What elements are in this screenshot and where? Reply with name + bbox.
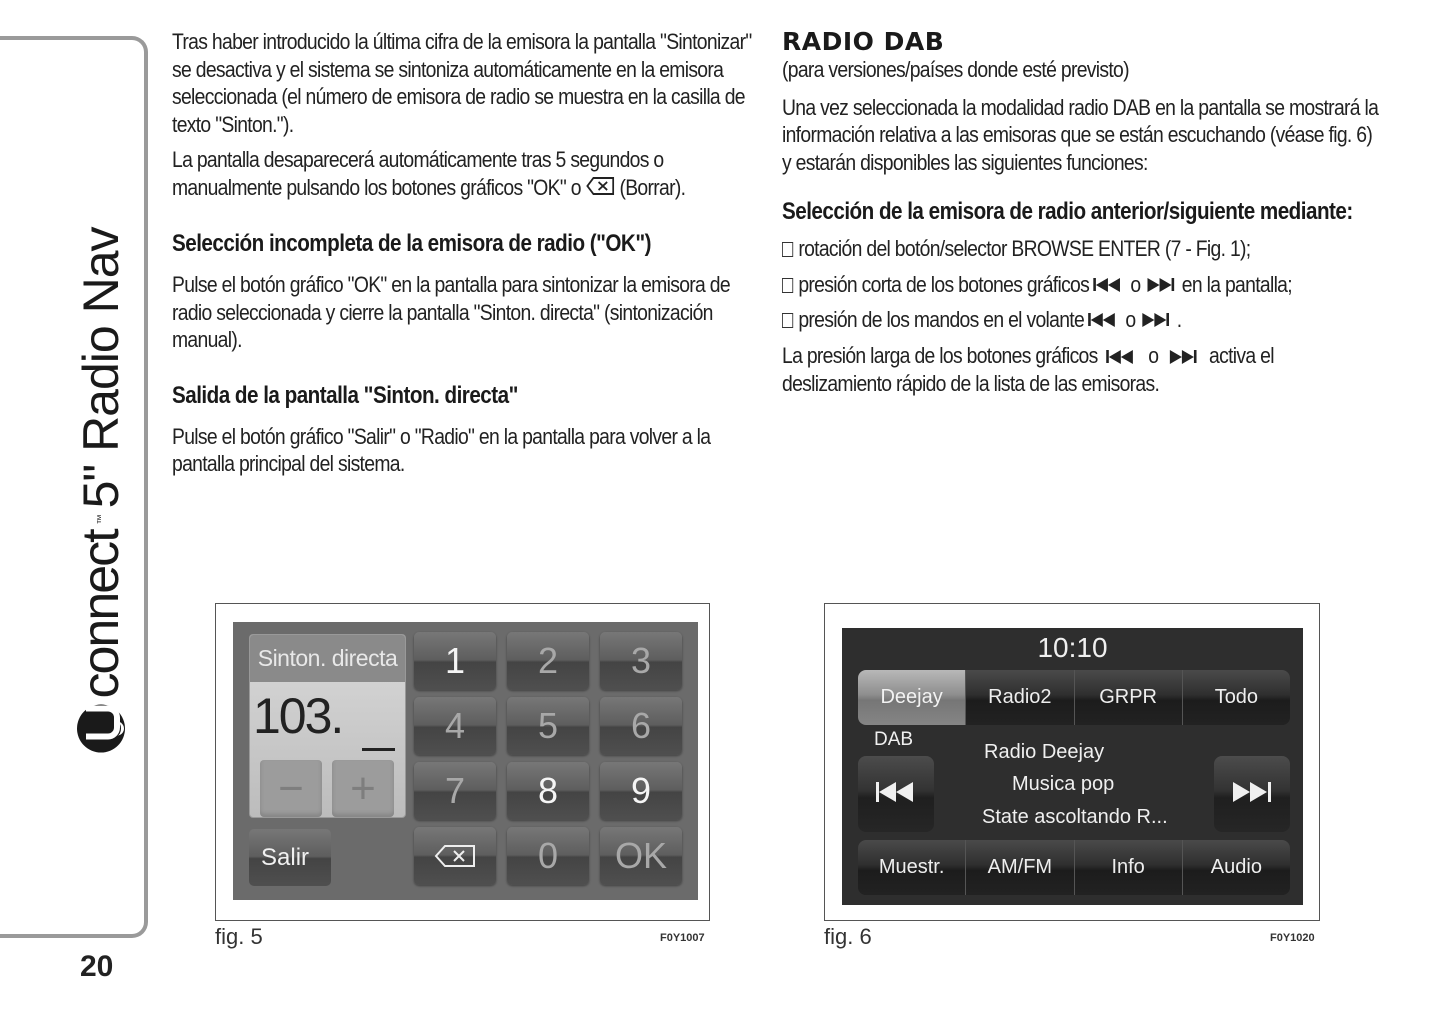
menu-button[interactable]: Muestr. [858, 840, 967, 895]
direct-tune-title: Sinton. directa [250, 635, 405, 682]
bullet-item: presión corta de los botones gráficos o … [782, 271, 1381, 299]
minus-button[interactable]: − [260, 760, 322, 817]
backspace-button[interactable] [414, 827, 496, 885]
next-station-button[interactable] [1214, 756, 1290, 832]
auto-close-text-end: (Borrar). [619, 174, 686, 200]
figure-6: 10:10 Deejay Radio2 GRPR Todo DAB Radio … [824, 603, 1320, 921]
preset-bar: Deejay Radio2 GRPR Todo [858, 670, 1290, 725]
bullet-text-end: . [1176, 307, 1182, 332]
key-1[interactable]: 1 [414, 632, 496, 690]
figure-5-code: F0Y1007 [660, 932, 705, 944]
trademark-mark: ™ [95, 514, 107, 525]
menu-button[interactable]: Audio [1182, 840, 1290, 895]
key-6[interactable]: 6 [600, 697, 682, 755]
frequency-value: 103. [253, 688, 344, 744]
selection-heading: Selección de la emisora de radio anterio… [782, 198, 1353, 225]
section-heading-exit: Salida de la pantalla "Sinton. directa" [172, 381, 518, 409]
bullet-box-icon [782, 313, 794, 329]
auto-close-paragraph: La pantalla desaparecerá automáticamente… [172, 146, 761, 202]
skip-previous-icon [1106, 343, 1140, 371]
preset-tab[interactable]: Radio2 [966, 670, 1075, 725]
skip-next-icon [1139, 306, 1173, 334]
uconnect-logo-icon [77, 704, 125, 753]
brand-name: connect [72, 530, 130, 699]
direct-tune-screen: Sinton. directa 103. − + Salir 1 2 3 4 5… [233, 622, 698, 900]
skip-previous-icon [874, 780, 918, 809]
section-title: 5" Radio Nav [73, 227, 129, 509]
station-name: Radio Deejay [984, 741, 1105, 763]
bullet-text: presión de los mandos en el volante [798, 307, 1085, 332]
menu-button[interactable]: AM/FM [966, 840, 1075, 895]
bullet-connector: o [1125, 307, 1136, 332]
previous-station-button[interactable] [858, 756, 934, 832]
long-press-text: La presión larga de los botones gráficos [782, 342, 1098, 368]
radio-dab-subtitle: (para versiones/países donde esté previs… [782, 57, 1130, 82]
key-0[interactable]: 0 [507, 827, 589, 885]
station-radiotext: State ascoltando R... [982, 806, 1168, 828]
right-column: RADIO DAB (para versiones/países donde e… [782, 28, 1382, 406]
backspace-icon [434, 835, 476, 877]
figure-5-label: fig. 5 [215, 924, 263, 949]
bullet-box-icon [782, 277, 794, 293]
band-label: DAB [874, 729, 914, 750]
bottom-menu-bar: Muestr. AM/FM Info Audio [858, 840, 1290, 895]
direct-tune-panel: Sinton. directa 103. − + [249, 634, 406, 818]
figure-5: Sinton. directa 103. − + Salir 1 2 3 4 5… [215, 603, 710, 921]
bullet-item: rotación del botón/selector BROWSE ENTER… [782, 235, 1381, 263]
page-number: 20 [80, 950, 114, 983]
skip-previous-icon [1088, 306, 1122, 334]
bullet-text: presión corta de los botones gráficos [798, 271, 1090, 297]
skip-next-icon [1167, 343, 1201, 371]
menu-button[interactable]: Info [1074, 840, 1183, 895]
exit-button[interactable]: Salir [249, 829, 331, 886]
radio-dab-intro: Una vez seleccionada la modalidad radio … [782, 94, 1379, 175]
long-press-connector: o [1148, 342, 1159, 368]
ok-button[interactable]: OK [600, 827, 682, 885]
long-press-paragraph: La presión larga de los botones gráficos… [782, 342, 1381, 398]
key-2[interactable]: 2 [507, 632, 589, 690]
station-genre: Musica pop [1012, 773, 1115, 795]
section-text-incomplete: Pulse el botón gráfico "OK" en la pantal… [172, 272, 731, 353]
intro-paragraph: Tras haber introducido la última cifra d… [172, 29, 752, 137]
plus-button[interactable]: + [332, 760, 394, 817]
key-5[interactable]: 5 [507, 697, 589, 755]
clock: 10:10 [1037, 632, 1108, 663]
key-8[interactable]: 8 [507, 762, 589, 820]
preset-tab[interactable]: GRPR [1074, 670, 1183, 725]
skip-next-icon [1144, 271, 1178, 299]
chapter-title: connect ™ 5" Radio Nav [66, 210, 136, 770]
key-7[interactable]: 7 [414, 762, 496, 820]
dab-radio-screen: 10:10 Deejay Radio2 GRPR Todo DAB Radio … [842, 628, 1303, 905]
bullet-connector: o [1130, 271, 1141, 297]
bullet-item: presión de los mandos en el volante o . [782, 306, 1381, 334]
key-4[interactable]: 4 [414, 697, 496, 755]
bullet-text-end: en la pantalla; [1181, 271, 1293, 297]
figure-6-label: fig. 6 [824, 924, 872, 949]
key-9[interactable]: 9 [600, 762, 682, 820]
section-heading-incomplete: Selección incompleta de la emisora de ra… [172, 230, 651, 258]
input-cursor [362, 748, 395, 751]
figure-6-code: F0Y1020 [1270, 932, 1315, 944]
left-column: Tras haber introducido la última cifra d… [172, 28, 762, 486]
radio-dab-title: RADIO DAB [782, 27, 945, 56]
bullet-box-icon [782, 242, 794, 258]
backspace-icon [586, 175, 615, 203]
bullet-text: rotación del botón/selector BROWSE ENTER… [798, 236, 1251, 261]
preset-tab[interactable]: Todo [1182, 670, 1290, 725]
skip-next-icon [1230, 780, 1274, 809]
preset-tab[interactable]: Deejay [858, 670, 967, 725]
skip-previous-icon [1093, 271, 1127, 299]
section-text-exit: Pulse el botón gráfico "Salir" o "Radio"… [172, 423, 711, 477]
key-3[interactable]: 3 [600, 632, 682, 690]
